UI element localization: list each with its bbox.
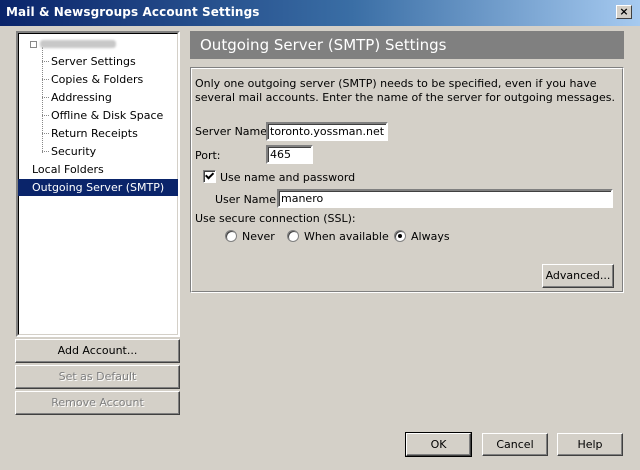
tree-item-local-folders[interactable]: Local Folders xyxy=(32,161,104,178)
radio-selected-dot xyxy=(398,234,402,238)
window-title: Mail & Newsgroups Account Settings xyxy=(6,5,260,19)
smtp-description: Only one outgoing server (SMTP) needs to… xyxy=(195,77,615,104)
checkmark-icon xyxy=(205,170,215,180)
server-name-label: Server Name: xyxy=(195,125,271,138)
close-icon: × xyxy=(619,5,629,18)
use-name-password-label[interactable]: Use name and password xyxy=(220,171,355,184)
user-name-label: User Name: xyxy=(215,193,280,206)
ok-button[interactable]: OK xyxy=(405,432,472,457)
tree-item-copies-folders[interactable]: Copies & Folders xyxy=(51,71,143,88)
ssl-always-radio[interactable] xyxy=(394,230,406,242)
set-default-button[interactable]: Set as Default xyxy=(15,365,180,389)
tree-item-addressing[interactable]: Addressing xyxy=(51,89,112,106)
ssl-never-label[interactable]: Never xyxy=(242,230,275,243)
ssl-label: Use secure connection (SSL): xyxy=(195,212,356,225)
tree-item-server-settings[interactable]: Server Settings xyxy=(51,53,136,70)
port-field[interactable]: 465 xyxy=(266,145,313,164)
close-button[interactable]: × xyxy=(616,5,632,19)
server-name-field[interactable]: toronto.yossman.net xyxy=(266,122,388,141)
window-titlebar: Mail & Newsgroups Account Settings × xyxy=(0,0,640,26)
cancel-button[interactable]: Cancel xyxy=(482,433,548,456)
help-button[interactable]: Help xyxy=(557,433,623,456)
ssl-never-radio[interactable] xyxy=(225,230,237,242)
advanced-button[interactable]: Advanced... xyxy=(542,264,614,288)
account-tree[interactable]: Server Settings Copies & Folders Address… xyxy=(16,31,180,337)
page-title: Outgoing Server (SMTP) Settings xyxy=(190,31,624,59)
tree-item-offline-disk-space[interactable]: Offline & Disk Space xyxy=(51,107,163,124)
user-name-field[interactable]: manero xyxy=(277,189,613,208)
ssl-when-available-radio[interactable] xyxy=(287,230,299,242)
use-name-password-checkbox[interactable] xyxy=(203,170,216,183)
add-account-button[interactable]: Add Account... xyxy=(15,339,180,363)
tree-item-security[interactable]: Security xyxy=(51,143,96,160)
tree-item-outgoing-server[interactable]: Outgoing Server (SMTP) xyxy=(18,179,178,196)
port-label: Port: xyxy=(195,149,221,162)
remove-account-button[interactable]: Remove Account xyxy=(15,391,180,415)
ssl-when-available-label[interactable]: When available xyxy=(304,230,389,243)
collapse-icon[interactable] xyxy=(30,40,37,48)
tree-item-account[interactable] xyxy=(30,36,116,53)
account-name-blurred xyxy=(40,40,116,48)
tree-item-return-receipts[interactable]: Return Receipts xyxy=(51,125,138,142)
ssl-always-label[interactable]: Always xyxy=(411,230,450,243)
